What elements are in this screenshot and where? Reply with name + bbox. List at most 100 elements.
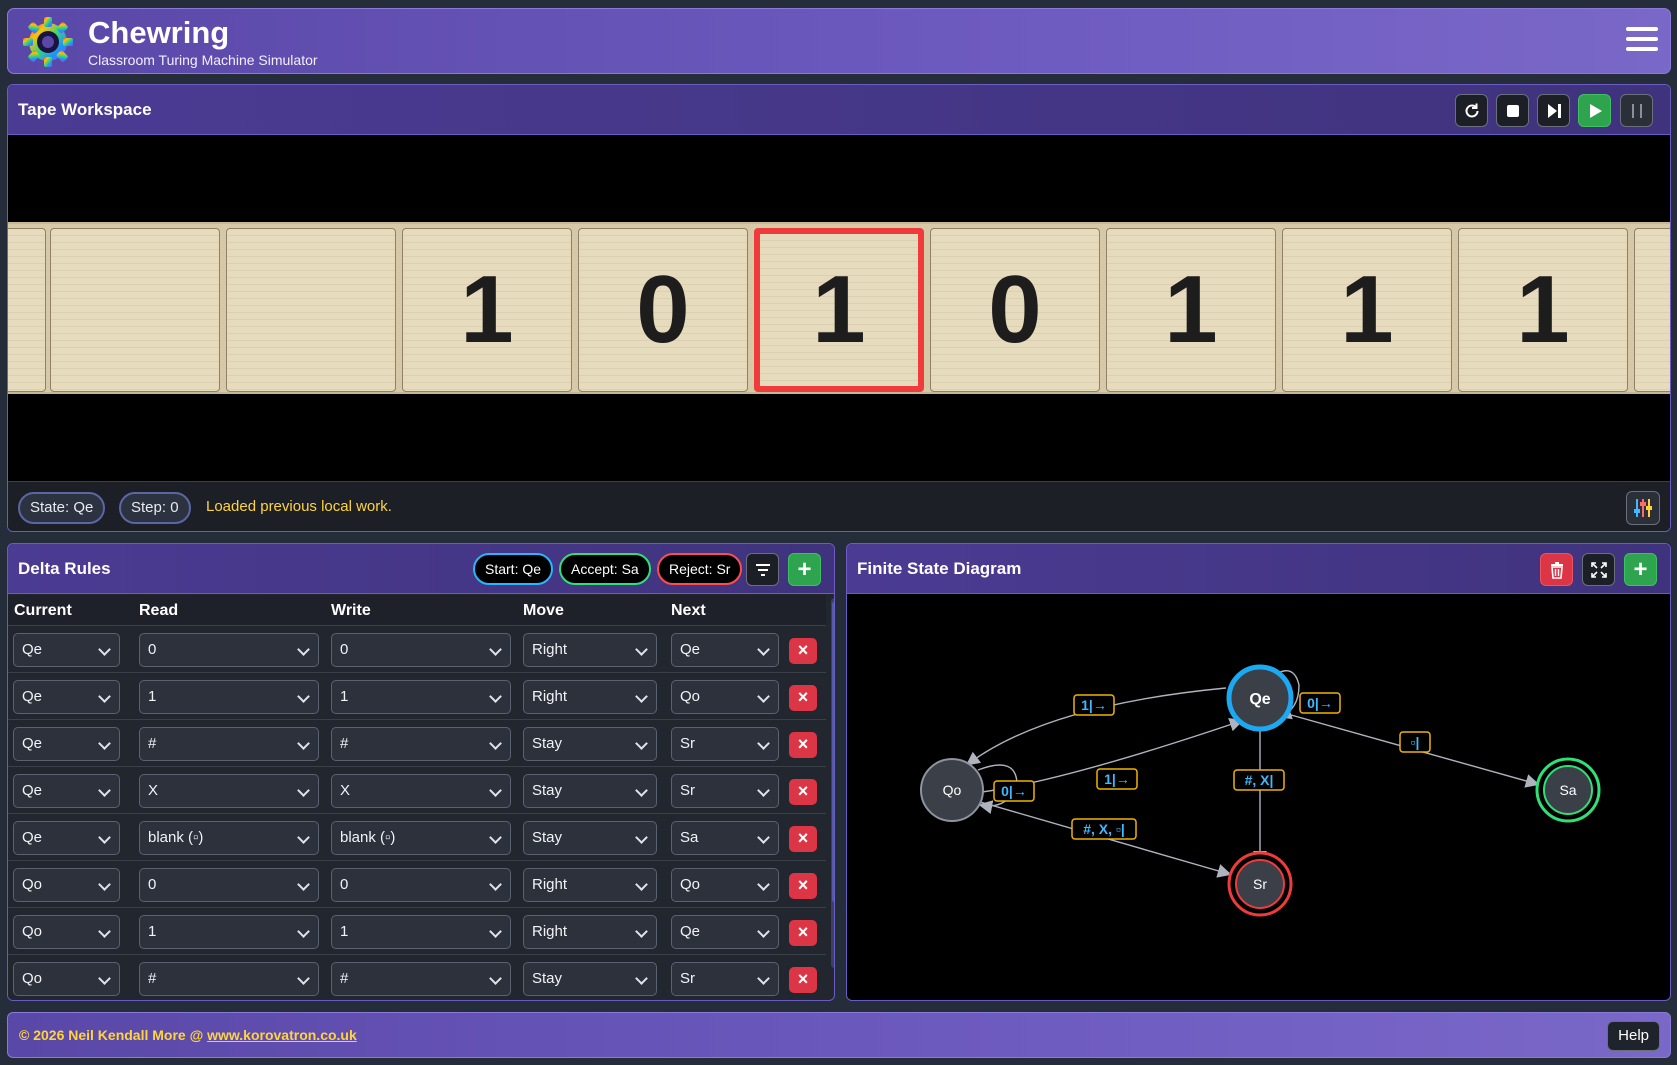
column-header: Write (331, 602, 371, 619)
move-direction-select[interactable]: Right (523, 633, 657, 667)
edge-label: ▫| (1399, 731, 1431, 753)
delete-rule-button[interactable]: × (789, 685, 817, 711)
table-row: Qe blank (▫) blank (▫) Stay Sa × (8, 814, 826, 861)
status-message: Loaded previous local work. (206, 498, 392, 515)
current-state-select[interactable]: Qo (13, 915, 120, 949)
accept-state-tag[interactable]: Accept: Sa (559, 553, 651, 585)
reset-button[interactable] (1455, 94, 1488, 127)
tape-cell[interactable]: 0 (578, 228, 748, 392)
read-symbol-select[interactable]: 1 (139, 680, 319, 714)
tape-cell[interactable]: 1 (402, 228, 572, 392)
hamburger-menu-icon[interactable] (1626, 27, 1658, 55)
filter-button[interactable] (746, 553, 779, 586)
edge-label: 1|→ (1073, 694, 1115, 716)
edge-label: 0|→ (1299, 692, 1341, 714)
fullscreen-button[interactable] (1582, 553, 1615, 586)
start-state-tag[interactable]: Start: Qe (473, 553, 554, 585)
write-symbol-select[interactable]: # (331, 962, 511, 996)
delete-rule-button[interactable]: × (789, 732, 817, 758)
state-node-sr[interactable]: Sr (1227, 851, 1293, 917)
rules-table-header: Current Read Write Move Next (8, 595, 826, 626)
add-state-button[interactable]: + (1624, 553, 1657, 586)
stop-icon (1506, 104, 1519, 117)
tape-cell[interactable] (50, 228, 220, 392)
write-symbol-select[interactable]: 1 (331, 680, 511, 714)
delete-rule-button[interactable]: × (789, 826, 817, 852)
move-direction-select[interactable]: Stay (523, 774, 657, 808)
tape-cell[interactable]: 1 (1282, 228, 1452, 392)
pause-button[interactable] (1620, 94, 1653, 127)
author-website-link[interactable]: www.korovatron.co.uk (207, 1027, 357, 1043)
step-indicator: Step: 0 (119, 492, 191, 524)
state-node-qo[interactable]: Qo (920, 758, 984, 822)
move-direction-select[interactable]: Right (523, 915, 657, 949)
tape-strip: 1 0 1 0 1 1 1 (8, 222, 1670, 394)
tape-cell[interactable]: 1 (1106, 228, 1276, 392)
pause-icon (1631, 103, 1642, 118)
tape-cell[interactable]: 0 (930, 228, 1100, 392)
write-symbol-select[interactable]: 0 (331, 633, 511, 667)
write-symbol-select[interactable]: blank (▫) (331, 821, 511, 855)
write-symbol-select[interactable]: # (331, 727, 511, 761)
current-state-select[interactable]: Qe (13, 821, 120, 855)
column-header: Read (139, 602, 179, 619)
move-direction-select[interactable]: Right (523, 868, 657, 902)
move-direction-select[interactable]: Stay (523, 727, 657, 761)
delete-rule-button[interactable]: × (789, 967, 817, 993)
tape-workspace-panel: Tape Workspace 1 0 1 0 1 1 1 State: Qe S… (7, 84, 1671, 532)
gear-logo-icon (23, 17, 73, 67)
write-symbol-select[interactable]: 0 (331, 868, 511, 902)
table-row: Qe # # Stay Sr × (8, 720, 826, 767)
move-direction-select[interactable]: Stay (523, 821, 657, 855)
delete-rule-button[interactable]: × (789, 920, 817, 946)
current-state-select[interactable]: Qo (13, 868, 120, 902)
read-symbol-select[interactable]: X (139, 774, 319, 808)
delete-rule-button[interactable]: × (789, 779, 817, 805)
next-state-select[interactable]: Sr (671, 774, 779, 808)
svg-text:1|→: 1|→ (1104, 771, 1130, 787)
step-button[interactable] (1537, 94, 1570, 127)
move-direction-select[interactable]: Stay (523, 962, 657, 996)
tape-head-cell[interactable]: 1 (754, 228, 924, 392)
next-state-select[interactable]: Qo (671, 680, 779, 714)
tape-cell[interactable]: 1 (1458, 228, 1628, 392)
current-state-select[interactable]: Qo (13, 962, 120, 996)
app-subtitle: Classroom Turing Machine Simulator (88, 52, 318, 68)
next-state-select[interactable]: Sr (671, 962, 779, 996)
read-symbol-select[interactable]: blank (▫) (139, 821, 319, 855)
state-node-qe[interactable]: Qe (1226, 664, 1294, 732)
next-state-select[interactable]: Sr (671, 727, 779, 761)
reject-state-tag[interactable]: Reject: Sr (657, 553, 743, 585)
next-state-select[interactable]: Qe (671, 633, 779, 667)
read-symbol-select[interactable]: 0 (139, 633, 319, 667)
play-button[interactable] (1578, 94, 1611, 127)
next-state-select[interactable]: Qe (671, 915, 779, 949)
rules-scrollbar[interactable] (831, 598, 834, 968)
state-diagram-canvas[interactable]: Qe Qo Sa Sr 1|→ 0|→ ▫| 0|→ 1|→ #, X| #, … (847, 595, 1671, 1001)
clear-diagram-button[interactable] (1540, 553, 1573, 586)
state-node-sa[interactable]: Sa (1535, 757, 1601, 823)
current-state-select[interactable]: Qe (13, 727, 120, 761)
read-symbol-select[interactable]: 0 (139, 868, 319, 902)
current-state-select[interactable]: Qe (13, 680, 120, 714)
write-symbol-select[interactable]: 1 (331, 915, 511, 949)
next-state-select[interactable]: Sa (671, 821, 779, 855)
tape-cell[interactable] (1634, 228, 1670, 392)
tape-settings-button[interactable] (1626, 491, 1660, 525)
write-symbol-select[interactable]: X (331, 774, 511, 808)
stop-button[interactable] (1496, 94, 1529, 127)
current-state-select[interactable]: Qe (13, 774, 120, 808)
move-direction-select[interactable]: Right (523, 680, 657, 714)
step-icon (1547, 103, 1561, 118)
read-symbol-select[interactable]: 1 (139, 915, 319, 949)
read-symbol-select[interactable]: # (139, 962, 319, 996)
help-button[interactable]: Help (1607, 1021, 1660, 1051)
next-state-select[interactable]: Qo (671, 868, 779, 902)
read-symbol-select[interactable]: # (139, 727, 319, 761)
tape-cell[interactable] (226, 228, 396, 392)
current-state-select[interactable]: Qe (13, 633, 120, 667)
add-rule-button[interactable]: + (788, 553, 821, 586)
tape-cell[interactable] (8, 228, 46, 392)
delete-rule-button[interactable]: × (789, 638, 817, 664)
delete-rule-button[interactable]: × (789, 873, 817, 899)
